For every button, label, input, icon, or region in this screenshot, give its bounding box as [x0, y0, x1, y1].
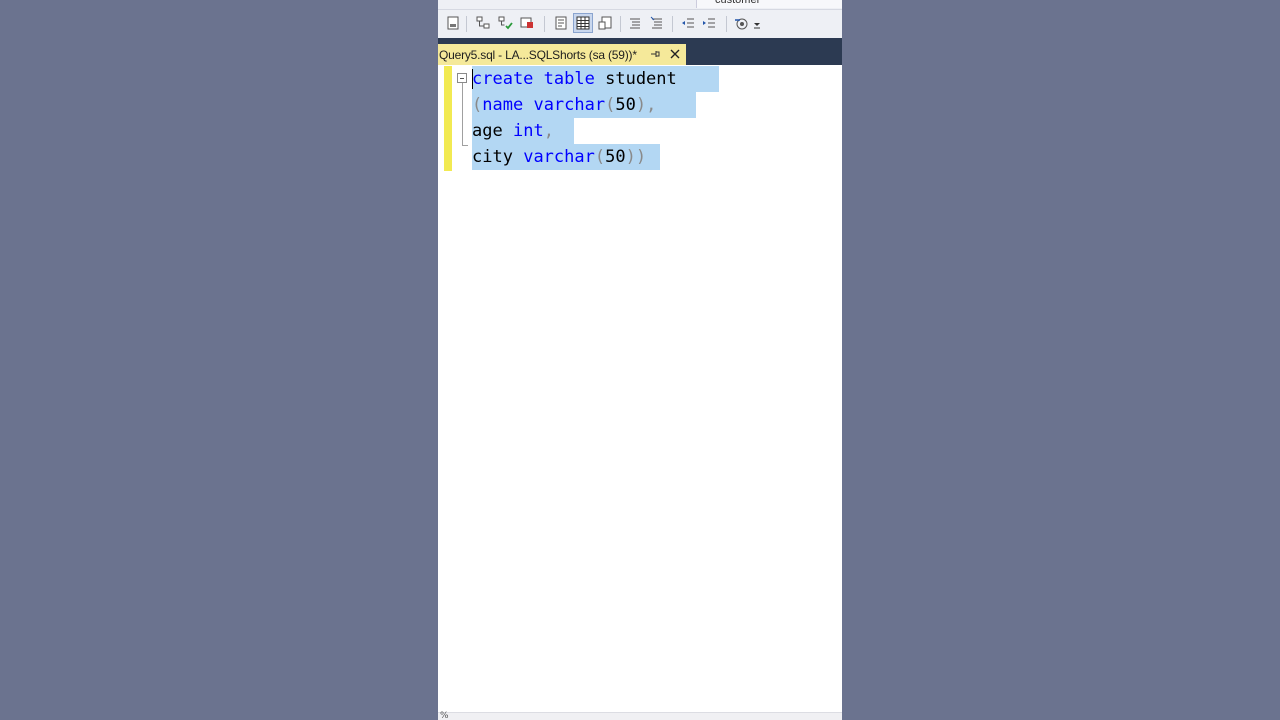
display-plan-icon[interactable] [474, 14, 492, 32]
punctuation-token: ) [635, 95, 647, 115]
keyword-token: int [512, 121, 544, 141]
results-grid-icon[interactable] [573, 13, 593, 33]
document-tab-strip: Query5.sql - LA...SQLShorts (sa (59))* [438, 38, 842, 65]
toolbar-separator [466, 16, 467, 32]
results-text-icon[interactable] [552, 14, 570, 32]
keyword-token: create [472, 69, 534, 89]
punctuation-token: , [646, 95, 657, 115]
outline-guide [462, 83, 463, 145]
identifier-token: student [605, 69, 677, 89]
number-token: 50 [615, 95, 636, 115]
number-token: 50 [605, 147, 626, 167]
punctuation-token: ( [472, 95, 483, 115]
more-icon[interactable] [752, 14, 762, 32]
text-caret [472, 69, 473, 89]
code-line: age int, [472, 118, 574, 144]
parse-icon[interactable] [444, 14, 462, 32]
punctuation-token: ) [625, 147, 636, 167]
object-search-text: customer [715, 0, 761, 6]
sql-editor-toolbar [438, 10, 842, 38]
zoom-level[interactable]: % [440, 711, 449, 720]
close-icon[interactable] [668, 47, 682, 61]
code-line: city varchar(50)) [472, 144, 660, 170]
include-plan-icon[interactable] [496, 14, 514, 32]
punctuation-token: ( [594, 147, 606, 167]
toolbar-separator [620, 16, 621, 32]
outline-guide-end [462, 145, 468, 146]
identifier-token: name [482, 95, 524, 115]
results-file-icon[interactable] [596, 14, 614, 32]
specify-values-icon[interactable] [732, 14, 750, 32]
keyword-token: varchar [523, 147, 595, 167]
punctuation-token: ) [635, 147, 647, 167]
toolbar-top-strip: customer [438, 0, 842, 10]
identifier-token: city [472, 147, 513, 167]
comment-icon[interactable] [626, 14, 644, 32]
decrease-indent-icon[interactable] [679, 14, 697, 32]
editor-status-strip: % [438, 711, 842, 720]
uncomment-icon[interactable] [648, 14, 666, 32]
toolbar-separator [672, 16, 673, 32]
tab-query5[interactable]: Query5.sql - LA...SQLShorts (sa (59))* [438, 44, 686, 65]
punctuation-token: , [543, 121, 554, 141]
increase-indent-icon[interactable] [700, 14, 718, 32]
identifier-token: age [472, 121, 503, 141]
collapse-outline-icon[interactable] [457, 73, 467, 83]
toolbar-separator [544, 16, 545, 32]
toolbar-separator [726, 16, 727, 32]
ssms-window: customer Query5.sql - LA...SQLShorts (sa… [438, 0, 842, 720]
keyword-token: table [543, 69, 595, 89]
pin-icon[interactable] [649, 48, 661, 60]
query-editor[interactable]: create table student (name varchar(50), … [438, 65, 842, 712]
unsaved-changes-bar [444, 66, 452, 171]
keyword-token: varchar [533, 95, 606, 115]
live-stats-icon[interactable] [518, 14, 536, 32]
tab-title: Query5.sql - LA...SQLShorts (sa (59))* [439, 47, 637, 62]
code-line: create table student [472, 66, 719, 92]
punctuation-token: ( [605, 95, 616, 115]
code-line: (name varchar(50), [472, 92, 696, 118]
